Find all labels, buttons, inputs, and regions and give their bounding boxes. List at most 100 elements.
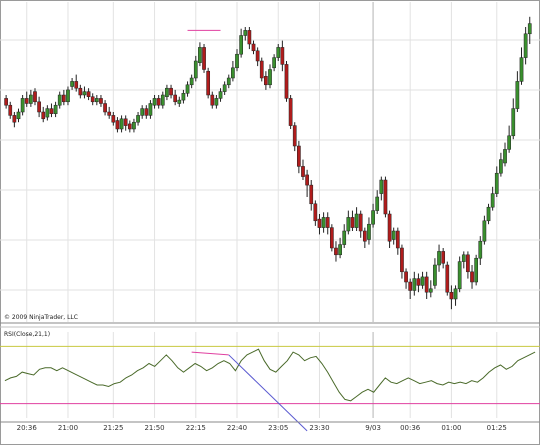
candle-body: [371, 210, 375, 225]
candle-body: [41, 111, 46, 120]
candle-body: [507, 135, 511, 150]
price-chart-svg: © 2009 NinjaTrader, LLC RSI(Close,21,1) 20…: [0, 0, 540, 445]
candle-body: [218, 91, 223, 99]
candle-body: [210, 94, 215, 106]
x-tick-label: 21:25: [103, 424, 123, 432]
candle-body: [346, 217, 351, 232]
candle-body: [482, 220, 487, 242]
candle-body: [24, 98, 29, 104]
candle-body: [189, 77, 194, 86]
candle-body: [127, 123, 132, 130]
candle-body: [181, 93, 186, 101]
candle-body: [424, 276, 429, 293]
candle-body: [202, 47, 206, 70]
candle-body: [284, 64, 289, 99]
candle-body: [251, 43, 256, 52]
candle-body: [268, 69, 272, 86]
candle-body: [305, 174, 309, 186]
candle-body: [53, 104, 58, 114]
candle-body: [441, 251, 446, 264]
candle-body: [297, 145, 301, 167]
candle-body: [288, 98, 293, 126]
candle-body: [123, 118, 128, 126]
candle-body: [136, 115, 140, 123]
candle-body: [111, 115, 116, 123]
candle-body: [342, 230, 347, 245]
candle-body: [94, 98, 99, 103]
candle-body: [400, 247, 404, 273]
candle-body: [259, 60, 264, 79]
candle-body: [37, 101, 41, 113]
candle-body: [193, 60, 198, 79]
x-tick-label: 22:15: [186, 424, 206, 432]
candle-body: [329, 227, 334, 249]
candle-body: [49, 108, 54, 114]
candle-body: [86, 91, 91, 97]
candle-body: [391, 230, 396, 240]
x-tick-label: 23:30: [309, 424, 329, 432]
candle-body: [445, 264, 450, 293]
candle-body: [433, 264, 437, 286]
candle-body: [90, 96, 95, 103]
candle-body: [313, 203, 318, 222]
candle-body: [503, 149, 507, 164]
candle-body: [358, 213, 363, 232]
candle-body: [395, 230, 400, 249]
candle-body: [12, 115, 17, 123]
candle-body: [515, 81, 520, 109]
candle-body: [404, 271, 408, 283]
candle-body: [416, 278, 421, 286]
candle-body: [222, 84, 227, 92]
candle-body: [272, 57, 276, 69]
x-tick-label: 22:40: [227, 424, 247, 432]
candle-body: [115, 120, 120, 130]
candle-body: [45, 108, 50, 118]
candle-body: [387, 213, 392, 242]
candle-body: [511, 108, 516, 137]
candle-body: [156, 98, 161, 106]
candle-body: [350, 217, 355, 228]
candle-body: [132, 121, 136, 130]
candle-body: [420, 276, 425, 286]
candle-body: [408, 281, 413, 291]
candle-body: [148, 103, 153, 116]
candle-body: [437, 251, 441, 266]
candle-body: [20, 98, 25, 113]
candle-body: [309, 184, 314, 205]
candle-body: [247, 30, 252, 45]
candle-body: [70, 81, 74, 87]
candle-body: [276, 47, 281, 58]
x-tick-label: 21:00: [58, 424, 78, 432]
candle-body: [119, 118, 124, 130]
x-tick-label: 00:36: [400, 424, 421, 432]
candle-body: [214, 98, 219, 106]
candle-body: [33, 91, 37, 103]
candle-body: [474, 257, 479, 283]
candle-body: [169, 87, 173, 96]
candle-body: [198, 47, 202, 63]
candle-body: [152, 98, 157, 106]
candle-body: [231, 67, 235, 79]
candle-body: [292, 125, 297, 147]
candle-body: [206, 70, 211, 96]
candle-body: [428, 288, 433, 293]
candle-body: [412, 278, 417, 291]
candle-body: [470, 271, 474, 283]
candle-body: [255, 50, 260, 62]
rsi-title: RSI(Close,21,1): [4, 331, 50, 338]
candle-body: [523, 33, 528, 58]
candle-body: [107, 111, 112, 116]
candle-body: [16, 111, 21, 120]
x-tick-label: 01:25: [487, 424, 507, 432]
candle-body: [57, 94, 62, 106]
candle-body: [317, 218, 322, 228]
candle-body: [499, 159, 503, 174]
candle-body: [144, 108, 149, 116]
candle-body: [165, 87, 169, 97]
candle-body: [140, 108, 145, 116]
candle-body: [519, 57, 524, 82]
candle-body: [99, 98, 103, 104]
candle-body: [185, 84, 190, 94]
candle-body: [301, 166, 305, 177]
candle-body: [280, 47, 285, 65]
